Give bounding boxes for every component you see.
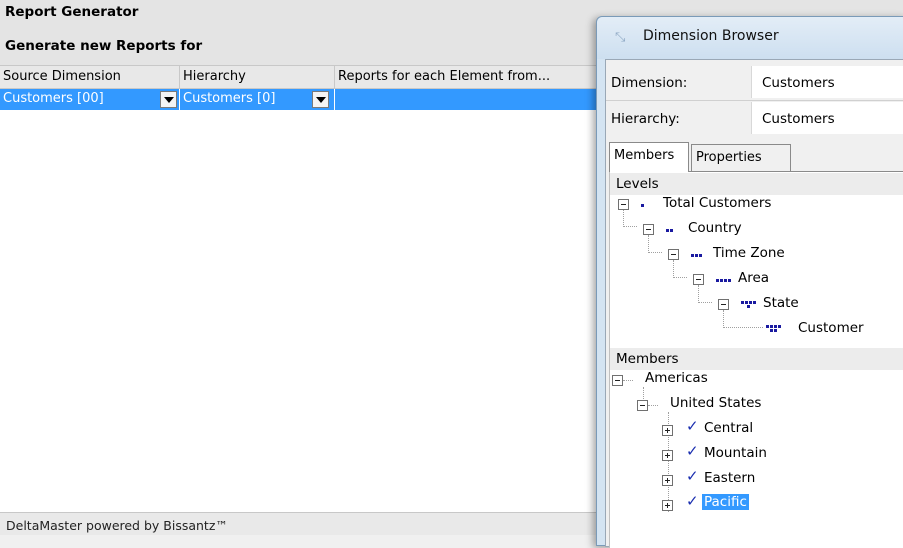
- checkmark-icon[interactable]: ✓: [686, 417, 699, 435]
- level-country[interactable]: Country: [688, 220, 742, 236]
- checkmark-icon[interactable]: ✓: [686, 492, 699, 510]
- dimension-browser-body: Dimension: Customers Hierarchy: Customer…: [605, 59, 903, 548]
- collapse-icon[interactable]: [612, 375, 623, 386]
- expand-icon[interactable]: [662, 475, 673, 486]
- level-total-customers[interactable]: Total Customers: [663, 195, 771, 211]
- tree-connector: [698, 285, 712, 303]
- browser-tabs: Members Properties: [609, 142, 903, 172]
- collapse-icon[interactable]: [637, 400, 648, 411]
- reports-for-each-cell[interactable]: [335, 89, 603, 110]
- checkmark-icon[interactable]: ✓: [686, 467, 699, 485]
- source-dimension-dropdown-button[interactable]: [160, 91, 177, 108]
- expand-icon[interactable]: [662, 450, 673, 461]
- column-header-reports-for-each[interactable]: Reports for each Element from...: [335, 66, 603, 89]
- dimension-browser-titlebar[interactable]: ⤡ Dimension Browser: [597, 17, 903, 59]
- level-2-icon: [666, 227, 676, 237]
- level-time-zone[interactable]: Time Zone: [713, 245, 785, 261]
- level-5-icon: [741, 301, 759, 311]
- member-eastern[interactable]: Eastern: [704, 470, 755, 486]
- column-header-source-dimension[interactable]: Source Dimension: [0, 66, 180, 89]
- collapse-icon[interactable]: [668, 249, 679, 260]
- expand-icon[interactable]: [662, 500, 673, 511]
- hierarchy-field[interactable]: Customers: [751, 102, 903, 134]
- level-4-icon: [716, 277, 734, 287]
- level-3-icon: [691, 252, 705, 262]
- hierarchy-label: Hierarchy:: [611, 111, 680, 127]
- collapse-icon[interactable]: [693, 274, 704, 285]
- level-state[interactable]: State: [763, 295, 799, 311]
- hierarchy-dropdown-button[interactable]: [312, 91, 329, 108]
- field-separator: [606, 100, 903, 101]
- tab-members[interactable]: Members: [609, 142, 689, 172]
- dimension-browser-title: Dimension Browser: [643, 28, 779, 44]
- members-header: Members: [610, 348, 903, 370]
- tree-connector: [643, 387, 644, 399]
- collapse-icon[interactable]: [643, 224, 654, 235]
- collapse-icon[interactable]: [618, 199, 629, 210]
- hierarchy-value: Customers [0]: [183, 91, 276, 106]
- tree-connector: [623, 380, 633, 381]
- tree-connector: [723, 310, 763, 328]
- member-central[interactable]: Central: [704, 420, 753, 436]
- tree-connector: [673, 260, 687, 278]
- collapse-icon[interactable]: [718, 299, 729, 310]
- member-mountain[interactable]: Mountain: [704, 445, 767, 461]
- tree-connector: [623, 209, 637, 227]
- checkmark-icon[interactable]: ✓: [686, 442, 699, 460]
- resize-arrows-icon: ⤡: [615, 30, 626, 45]
- dimension-field[interactable]: Customers: [751, 66, 903, 98]
- dimension-label: Dimension:: [611, 75, 688, 91]
- member-pacific-selected[interactable]: Pacific: [702, 494, 749, 510]
- level-customer[interactable]: Customer: [798, 320, 864, 336]
- level-area[interactable]: Area: [738, 270, 769, 286]
- tree-connector: [648, 235, 662, 253]
- level-6-icon: [766, 325, 784, 335]
- member-americas[interactable]: Americas: [645, 370, 708, 386]
- levels-header: Levels: [610, 173, 903, 195]
- tree-connector: [648, 405, 658, 406]
- source-dimension-value: Customers [00]: [3, 91, 104, 106]
- source-dimension-cell[interactable]: Customers [00]: [0, 89, 180, 110]
- dimension-browser-window[interactable]: ⤡ Dimension Browser Dimension: Customers…: [596, 16, 903, 548]
- column-header-hierarchy[interactable]: Hierarchy: [180, 66, 335, 89]
- hierarchy-cell[interactable]: Customers [0]: [180, 89, 335, 110]
- expand-icon[interactable]: [662, 425, 673, 436]
- tab-properties[interactable]: Properties: [691, 144, 791, 171]
- members-tab-panel: Levels Total Customers Country Time Zone…: [609, 171, 903, 548]
- member-united-states[interactable]: United States: [670, 395, 761, 411]
- level-1-icon: [641, 202, 647, 212]
